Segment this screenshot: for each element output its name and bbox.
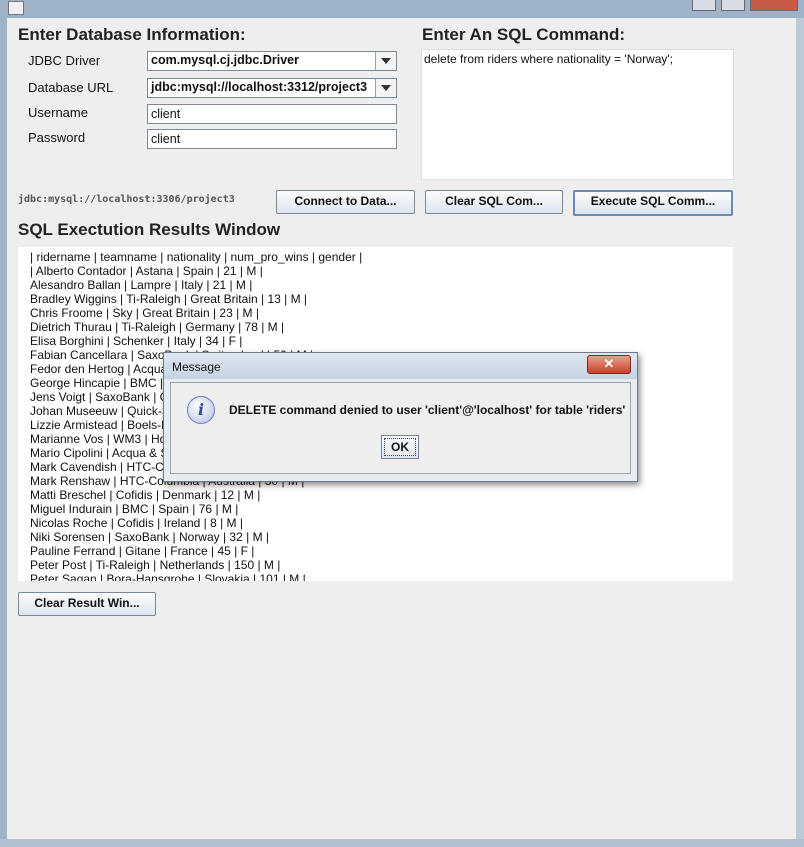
dialog-title: Message bbox=[172, 360, 221, 374]
username-label: Username bbox=[28, 105, 88, 120]
clear-sql-button[interactable]: Clear SQL Com... bbox=[425, 190, 563, 214]
password-field[interactable]: client bbox=[147, 129, 397, 149]
results-heading: SQL Exectution Results Window bbox=[18, 220, 281, 239]
jdbc-driver-label: JDBC Driver bbox=[28, 53, 101, 68]
window-frame-bottom bbox=[0, 839, 804, 847]
connection-status: jdbc:mysql://localhost:3306/project3 bbox=[18, 194, 235, 205]
database-url-value: jdbc:mysql://localhost:3312/project3 bbox=[151, 80, 368, 94]
dialog-title-bar: Message ✕ bbox=[164, 353, 637, 379]
db-info-heading: Enter Database Information: bbox=[18, 25, 246, 44]
result-row: Pauline Ferrand | Gitane | France | 45 |… bbox=[30, 544, 255, 558]
sql-command-text: delete from riders where nationality = '… bbox=[424, 52, 674, 66]
chevron-down-icon[interactable] bbox=[375, 52, 396, 70]
result-row: Alesandro Ballan | Lampre | Italy | 21 |… bbox=[30, 278, 253, 292]
result-row: Peter Sagan | Bora-Hansgrohe | Slovakia … bbox=[30, 572, 306, 581]
window-frame-right bbox=[796, 18, 804, 847]
window-close-button[interactable] bbox=[750, 0, 798, 11]
app-icon bbox=[8, 1, 24, 15]
result-row: Dietrich Thurau | Ti-Raleigh | Germany |… bbox=[30, 320, 285, 334]
result-row: | ridername | teamname | nationality | n… bbox=[30, 250, 363, 264]
sql-command-heading: Enter An SQL Command: bbox=[422, 25, 626, 44]
sql-command-textarea[interactable]: delete from riders where nationality = '… bbox=[421, 49, 734, 180]
result-row: Elisa Borghini | Schenker | Italy | 34 |… bbox=[30, 334, 243, 348]
database-url-select[interactable]: jdbc:mysql://localhost:3312/project3 bbox=[147, 78, 397, 98]
password-value: client bbox=[151, 132, 181, 146]
jdbc-driver-select[interactable]: com.mysql.cj.jdbc.Driver bbox=[147, 51, 397, 71]
message-dialog: Message ✕ i DELETE command denied to use… bbox=[163, 352, 638, 482]
window-frame-left bbox=[0, 18, 7, 847]
result-row: Peter Post | Ti-Raleigh | Netherlands | … bbox=[30, 558, 281, 572]
dialog-body: i DELETE command denied to user 'client'… bbox=[170, 382, 631, 474]
result-row: Nicolas Roche | Cofidis | Ireland | 8 | … bbox=[30, 516, 243, 530]
jdbc-driver-value: com.mysql.cj.jdbc.Driver bbox=[151, 53, 299, 67]
password-label: Password bbox=[28, 130, 86, 145]
username-value: client bbox=[151, 107, 181, 121]
clear-results-button[interactable]: Clear Result Win... bbox=[18, 592, 156, 616]
result-row: Miguel Indurain | BMC | Spain | 76 | M | bbox=[30, 502, 239, 516]
result-row: | Alberto Contador | Astana | Spain | 21… bbox=[30, 264, 263, 278]
result-row: Niki Sorensen | SaxoBank | Norway | 32 |… bbox=[30, 530, 270, 544]
connect-button[interactable]: Connect to Data... bbox=[276, 190, 415, 214]
dialog-message: DELETE command denied to user 'client'@'… bbox=[229, 403, 626, 417]
execute-sql-button[interactable]: Execute SQL Comm... bbox=[573, 190, 733, 216]
result-row: Matti Breschel | Cofidis | Denmark | 12 … bbox=[30, 488, 261, 502]
username-field[interactable]: client bbox=[147, 104, 397, 124]
database-url-label: Database URL bbox=[28, 80, 114, 95]
window-title-bar bbox=[0, 0, 804, 19]
result-row: Chris Froome | Sky | Great Britain | 23 … bbox=[30, 306, 259, 320]
chevron-down-icon[interactable] bbox=[375, 79, 396, 97]
dialog-close-button[interactable]: ✕ bbox=[587, 355, 631, 374]
maximize-button[interactable] bbox=[721, 0, 745, 11]
info-icon: i bbox=[187, 396, 215, 424]
minimize-button[interactable] bbox=[692, 0, 716, 11]
result-row: Bradley Wiggins | Ti-Raleigh | Great Bri… bbox=[30, 292, 308, 306]
ok-button[interactable]: OK bbox=[381, 435, 419, 459]
